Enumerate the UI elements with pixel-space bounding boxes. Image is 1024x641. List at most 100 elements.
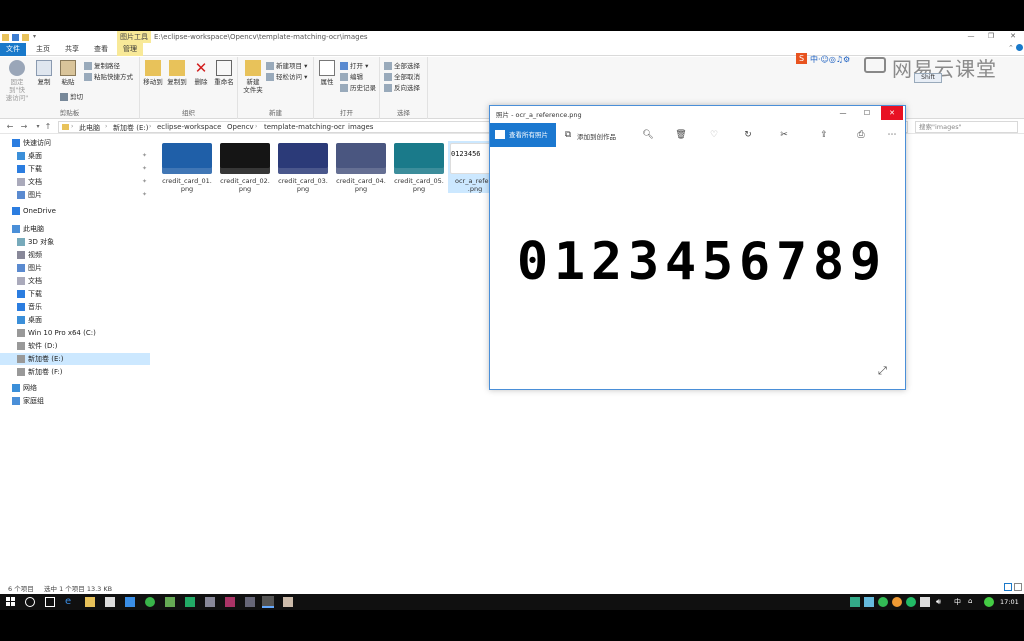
tab-home[interactable]: 主页 [30,43,56,56]
app-icon[interactable] [245,597,255,607]
start-button[interactable] [6,597,16,607]
viewer-close-button[interactable]: ✕ [881,106,903,120]
properties-button[interactable]: 属性 [316,60,338,86]
file-item[interactable]: credit_card_04. png [334,141,388,193]
close-button[interactable]: ✕ [1004,31,1022,42]
sidebar-item[interactable]: 桌面 ✦ [0,150,150,162]
breadcrumb-this-pc[interactable]: 此电脑 [79,123,100,133]
app-icon[interactable] [185,597,195,607]
up-button[interactable]: ↑ [42,121,54,133]
properties-icon[interactable] [12,34,19,41]
pin-quick-access-button[interactable]: 固定到"快 速访问" [4,60,30,102]
copy-path-button[interactable]: 复制路径 [84,61,120,72]
photos-app-icon[interactable] [262,596,274,608]
minimize-button[interactable]: — [962,31,980,42]
sidebar-item[interactable]: 网络 [0,382,150,394]
select-all-button[interactable]: 全部选择 [384,61,420,72]
paste-button[interactable]: 粘贴 [57,60,79,86]
breadcrumb-eclipse-workspace[interactable]: eclipse-workspace [157,123,221,131]
new-folder-icon[interactable] [22,34,29,41]
rename-button[interactable]: 重命名 [213,60,235,86]
rotate-icon[interactable]: ↻ [742,129,754,141]
wechat-icon[interactable] [145,597,155,607]
edit-button[interactable]: 编辑 [340,72,363,83]
delete-icon[interactable]: 🗑︎ [675,129,687,141]
zoom-icon[interactable]: 🔍︎ [642,129,654,141]
app-icon[interactable] [283,597,293,607]
sidebar-item[interactable]: 文档 [0,275,150,287]
breadcrumb-drive-e[interactable]: 新加卷 (E:) [113,123,148,133]
sogou-ime-icon[interactable]: S [796,53,807,64]
app-icon[interactable] [205,597,215,607]
sidebar-item[interactable]: 快速访问 [0,137,150,149]
edge-icon[interactable]: e [65,597,75,607]
app-icon[interactable] [165,597,175,607]
sidebar-item[interactable]: 新加卷 (F:) [0,366,150,378]
copy-to-button[interactable]: 复制到 [166,60,188,86]
new-folder-button[interactable]: 新建 文件夹 [242,60,264,94]
sidebar-item[interactable]: 下载 ✦ [0,163,150,175]
sidebar-item[interactable]: 桌面 [0,314,150,326]
tray-icon[interactable] [906,597,916,607]
file-item[interactable]: credit_card_03. png [276,141,330,193]
volume-icon[interactable]: 🔊︎ [936,597,946,607]
pin-icon[interactable]: ✦ [142,163,147,175]
network-icon[interactable]: ⌂ [968,597,978,607]
large-icons-view-icon[interactable] [1014,583,1022,591]
ime-mode-icon[interactable]: 中·☺◎♫⚙ [810,54,850,65]
app-icon[interactable] [125,597,135,607]
sidebar-item[interactable]: 图片 ✦ [0,189,150,201]
delete-button[interactable]: ✕ 删除 [190,60,212,86]
store-icon[interactable] [105,597,115,607]
share-icon[interactable]: ⇪ [818,129,830,141]
app-icon[interactable] [225,597,235,607]
file-item[interactable]: credit_card_05. png [392,141,446,193]
add-to-creation-icon[interactable]: ⧉ [562,129,574,141]
move-to-button[interactable]: 移动到 [142,60,164,86]
breadcrumb-template-matching-ocr[interactable]: template-matching-ocr [264,123,345,131]
sidebar-item[interactable]: 文档 ✦ [0,176,150,188]
tray-icon[interactable] [892,597,902,607]
sidebar-item[interactable]: Win 10 Pro x64 (C:) [0,327,150,339]
sidebar-item[interactable]: 音乐 [0,301,150,313]
paste-shortcut-button[interactable]: 粘贴快捷方式 [84,72,133,83]
all-photos-button[interactable]: 查看所有照片 [490,123,556,147]
back-button[interactable]: ← [4,121,16,133]
cortana-search-icon[interactable] [25,597,35,607]
viewer-maximize-button[interactable]: ☐ [856,106,878,120]
quick-access-dropdown-icon[interactable]: ▾ [33,33,36,40]
sidebar-item[interactable]: 图片 [0,262,150,274]
fullscreen-icon[interactable]: ⤢ [878,364,887,378]
file-explorer-icon[interactable] [85,597,95,607]
sidebar-item[interactable]: 3D 对象 [0,236,150,248]
print-icon[interactable]: ⎙ [855,129,867,141]
breadcrumb-opencv[interactable]: Opencv [227,123,254,131]
tray-icon[interactable] [864,597,874,607]
ime-indicator-icon[interactable]: 中 [954,597,964,607]
maximize-button[interactable]: ❐ [982,31,1000,42]
pin-icon[interactable]: ✦ [142,150,147,162]
new-item-button[interactable]: 新建项目 ▾ [266,61,307,72]
details-view-icon[interactable] [1004,583,1012,591]
help-icon[interactable] [1016,44,1023,51]
tray-icon[interactable] [850,597,860,607]
sidebar-item[interactable]: 此电脑 [0,223,150,235]
easy-access-button[interactable]: 轻松访问 ▾ [266,72,307,83]
file-item[interactable]: credit_card_01. png [160,141,214,193]
pin-icon[interactable]: ✦ [142,176,147,188]
tab-file[interactable]: 文件 [0,43,26,56]
task-view-icon[interactable] [45,597,55,607]
sidebar-item[interactable]: 下载 [0,288,150,300]
tray-icon[interactable] [920,597,930,607]
tray-wechat-icon[interactable] [878,597,888,607]
sidebar-item[interactable]: 新加卷 (E:) [0,353,150,365]
sidebar-item[interactable]: 家庭组 [0,395,150,407]
copy-button[interactable]: 复制 [33,60,55,86]
edit-icon[interactable]: ✂ [778,129,790,141]
tab-manage[interactable]: 管理 [117,43,143,56]
pin-icon[interactable]: ✦ [142,189,147,201]
sidebar-item[interactable]: OneDrive [0,205,150,217]
select-none-button[interactable]: 全部取消 [384,72,420,83]
tab-share[interactable]: 共享 [59,43,85,56]
heart-icon[interactable]: ♡ [708,129,720,141]
